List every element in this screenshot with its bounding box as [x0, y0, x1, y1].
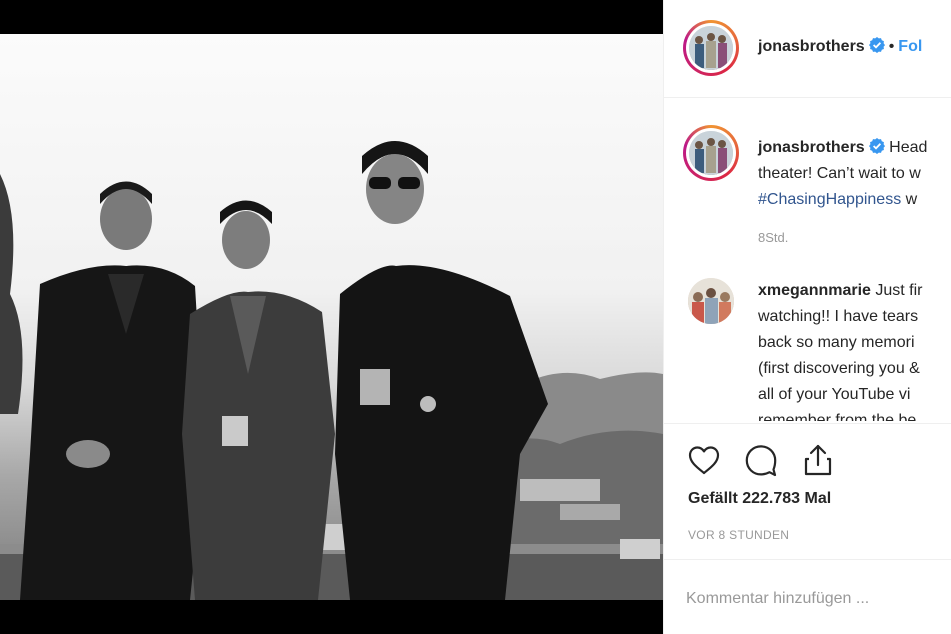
caption-author-avatar[interactable] [683, 125, 739, 181]
follow-button[interactable]: Fol [898, 38, 922, 55]
caption-time: 8Std. [758, 230, 789, 245]
author-avatar[interactable] [683, 20, 739, 76]
caption-line-1: Head [889, 139, 928, 156]
hashtag-link[interactable]: #ChasingHappiness [758, 191, 901, 208]
comment-line-5: all of your YouTube vi [758, 386, 911, 403]
photo-illustration [0, 141, 663, 600]
comment-line-6: remember from the be [758, 412, 917, 421]
commenter-avatar[interactable] [688, 278, 734, 324]
post-photo[interactable] [0, 34, 663, 600]
caption-line-3-rest: w [901, 191, 918, 208]
instagram-post-view: jonasbrothers • Fol jonasbrothers Head t… [0, 0, 951, 634]
post-timestamp: VOR 8 STUNDEN [688, 528, 790, 542]
comment-line-3: back so many memori [758, 334, 915, 351]
comment-text: xmegannmarie Just fir watching!! I have … [758, 278, 951, 421]
separator-dot: • [888, 38, 895, 55]
person-middle [182, 200, 335, 600]
commenter-username[interactable]: xmegannmarie [758, 282, 871, 299]
comment-line-2: watching!! I have tears [758, 308, 919, 325]
heart-icon[interactable] [686, 442, 722, 478]
comment-input[interactable] [686, 586, 946, 612]
share-icon[interactable] [800, 442, 836, 478]
header-line: jonasbrothers • Fol [758, 37, 922, 56]
caption-line-2: theater! Can’t wait to w [758, 165, 921, 182]
comment-line-4: (first discovering you & [758, 360, 920, 377]
verified-badge-icon [868, 37, 885, 53]
media-panel [0, 0, 663, 634]
post-header: jonasbrothers • Fol [664, 0, 951, 98]
caption-text: jonasbrothers Head theater! Can’t wait t… [758, 135, 951, 213]
comment-line-1: Just fir [875, 282, 923, 299]
comments-list[interactable]: jonasbrothers Head theater! Can’t wait t… [664, 99, 951, 421]
caption-username[interactable]: jonasbrothers [758, 139, 865, 156]
author-username[interactable]: jonasbrothers [758, 38, 865, 55]
post-side-panel: jonasbrothers • Fol jonasbrothers Head t… [663, 0, 951, 634]
person-left [20, 181, 205, 600]
likes-count[interactable]: Gefällt 222.783 Mal [688, 490, 831, 508]
verified-badge-icon [868, 138, 885, 154]
comment-icon[interactable] [743, 442, 779, 478]
add-comment-box [664, 559, 951, 634]
post-actions: Gefällt 222.783 Mal VOR 8 STUNDEN [664, 423, 951, 559]
